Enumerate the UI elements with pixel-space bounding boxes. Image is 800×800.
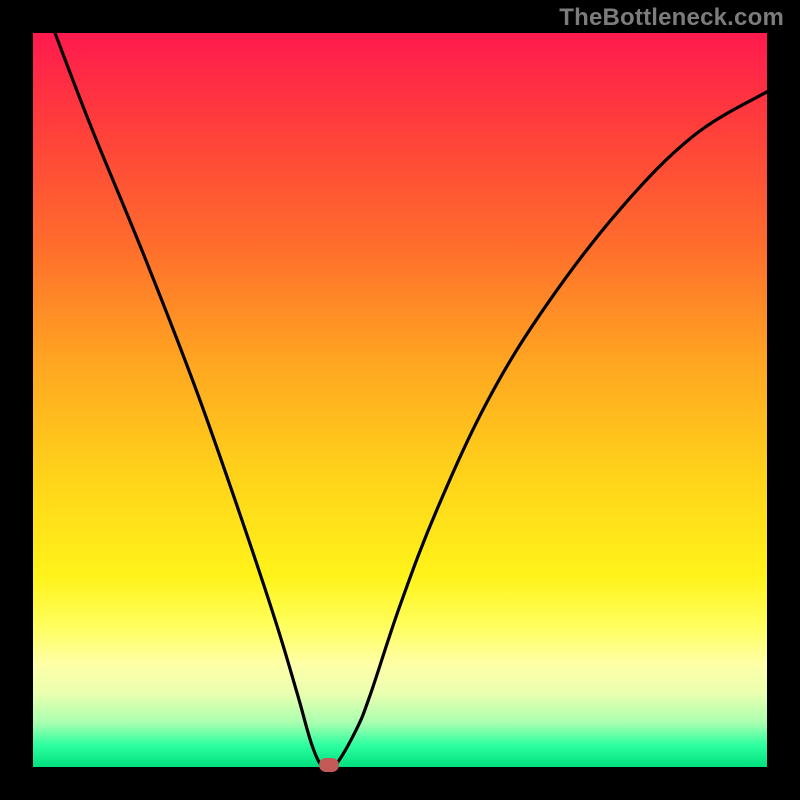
plot-area bbox=[33, 33, 767, 767]
watermark-text: TheBottleneck.com bbox=[559, 4, 784, 32]
bottleneck-curve bbox=[33, 33, 767, 767]
chart-frame: TheBottleneck.com bbox=[0, 0, 800, 800]
optimal-marker bbox=[319, 758, 339, 772]
